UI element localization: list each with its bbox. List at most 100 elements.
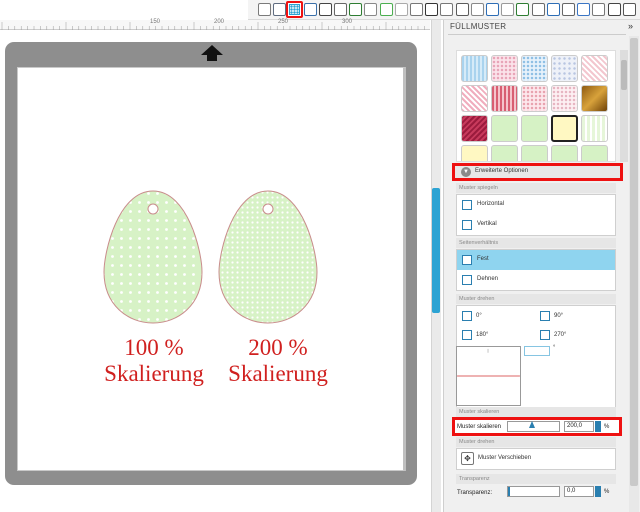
caption-line: Skalierung bbox=[228, 361, 328, 386]
pattern-swatch[interactable] bbox=[461, 115, 488, 142]
pattern-swatch[interactable] bbox=[521, 145, 548, 161]
chevron-down-icon: ▼ bbox=[461, 167, 471, 177]
caption-line: 200 % bbox=[248, 335, 308, 360]
rotation-angle-input[interactable] bbox=[524, 346, 550, 356]
section-title-move: Muster drehen bbox=[456, 437, 616, 447]
pattern-swatch[interactable] bbox=[551, 55, 578, 82]
transparency-value-input[interactable]: 0,0 bbox=[564, 486, 594, 497]
transparency-stepper[interactable] bbox=[595, 486, 601, 497]
section-title-transparency: Transparenz bbox=[456, 474, 616, 484]
caption-100-percent: 100 % Skalierung bbox=[84, 335, 224, 387]
design-icon[interactable] bbox=[592, 3, 606, 16]
fill-icon[interactable] bbox=[516, 3, 530, 16]
transparency-slider[interactable] bbox=[507, 486, 560, 497]
pattern-swatch[interactable] bbox=[521, 55, 548, 82]
advanced-options-label: Erweiterte Optionen bbox=[475, 168, 529, 174]
rotate-90-option[interactable]: 90° bbox=[540, 308, 600, 324]
send-icon[interactable] bbox=[546, 3, 560, 16]
scroll-thumb[interactable] bbox=[432, 188, 440, 313]
rotate-0-option[interactable]: 0° bbox=[462, 308, 522, 324]
pattern-swatch[interactable] bbox=[581, 85, 608, 112]
pattern-swatch[interactable] bbox=[551, 85, 578, 112]
aspect-options: Fest Dehnen bbox=[456, 249, 616, 291]
caption-line: 100 % bbox=[124, 335, 184, 360]
pattern-swatch[interactable] bbox=[491, 115, 518, 142]
mirror-vertical-option[interactable]: Vertikal bbox=[457, 215, 615, 235]
pattern-swatch[interactable] bbox=[521, 85, 548, 112]
scale-value-input[interactable]: 200,0 bbox=[564, 421, 594, 432]
advanced-options-toggle[interactable]: ▼ Erweiterte Optionen bbox=[452, 163, 623, 181]
scale-label: Muster skalieren bbox=[457, 424, 502, 430]
angle-unit: ° bbox=[553, 345, 556, 351]
option-label: 270° bbox=[554, 332, 567, 338]
library-icon[interactable] bbox=[562, 3, 575, 16]
pattern-swatch[interactable] bbox=[581, 55, 608, 82]
pattern-swatch[interactable] bbox=[491, 55, 518, 82]
scroll-thumb[interactable] bbox=[621, 60, 627, 90]
option-label: 90° bbox=[554, 313, 564, 319]
silhouette-studio-window: 150 200 250 300 100 % Skalierung 200 % S… bbox=[0, 0, 640, 512]
flip-horizontal-icon bbox=[462, 200, 472, 210]
flip-vertical-icon bbox=[462, 220, 472, 230]
rotate-270-option[interactable]: 270° bbox=[540, 327, 600, 343]
rotate-180-option[interactable]: 180° bbox=[462, 327, 522, 343]
panel-title: FÜLLMUSTER bbox=[450, 22, 507, 31]
pattern-swatch[interactable] bbox=[521, 115, 548, 142]
section-title-rotate: Muster drehen bbox=[456, 294, 616, 304]
slider-thumb[interactable] bbox=[529, 421, 535, 428]
rotate-icon bbox=[462, 330, 472, 340]
option-label: 180° bbox=[476, 332, 489, 338]
transparency-label: Transparenz: bbox=[457, 490, 493, 496]
lock-ratio-icon bbox=[462, 255, 472, 265]
pattern-swatch-grid bbox=[456, 50, 616, 162]
option-label: Dehnen bbox=[477, 276, 499, 282]
settings-icon[interactable] bbox=[607, 3, 621, 16]
transform-icon[interactable] bbox=[470, 3, 484, 16]
color-icon[interactable] bbox=[501, 3, 515, 16]
pattern-swatch-selected[interactable] bbox=[551, 115, 578, 142]
move-pattern-label: Muster Verschieben bbox=[478, 455, 532, 461]
pattern-swatch[interactable] bbox=[581, 115, 608, 142]
option-label: Fest bbox=[477, 256, 489, 262]
pattern-swatch[interactable] bbox=[461, 85, 488, 112]
stretch-icon bbox=[462, 275, 472, 285]
rotation-preview[interactable] bbox=[456, 346, 521, 406]
pattern-swatch[interactable] bbox=[491, 85, 518, 112]
arrow-icon[interactable] bbox=[622, 3, 636, 16]
weld-icon[interactable] bbox=[440, 3, 454, 16]
transparency-unit: % bbox=[604, 489, 610, 495]
egg-shapes bbox=[103, 190, 318, 324]
scale-unit: % bbox=[604, 424, 610, 430]
option-label: 0° bbox=[476, 313, 482, 319]
section-title-scale: Muster skalieren bbox=[456, 407, 616, 417]
panel-collapse-icon[interactable]: » bbox=[628, 21, 633, 31]
section-title-mirror: Muster spiegeln bbox=[456, 183, 616, 193]
aspect-stretch-option[interactable]: Dehnen bbox=[457, 270, 615, 290]
caption-line: Skalierung bbox=[104, 361, 204, 386]
rotate-icon bbox=[540, 311, 550, 321]
pattern-swatch[interactable] bbox=[581, 145, 608, 161]
mirror-options: Horizontal Vertikal bbox=[456, 194, 616, 236]
pattern-swatch[interactable] bbox=[461, 55, 488, 82]
move-arrows-icon: ✥ bbox=[461, 452, 474, 465]
rotate-icon bbox=[462, 311, 472, 321]
nest-icon[interactable] bbox=[486, 3, 499, 16]
cut-settings-icon[interactable] bbox=[531, 3, 545, 16]
divider bbox=[448, 34, 626, 35]
pattern-swatch[interactable] bbox=[461, 145, 488, 161]
aspect-fixed-option[interactable]: Fest bbox=[457, 250, 615, 270]
option-label: Horizontal bbox=[477, 201, 505, 207]
caption-200-percent: 200 % Skalierung bbox=[208, 335, 348, 387]
scroll-thumb[interactable] bbox=[630, 38, 638, 486]
store-icon[interactable] bbox=[577, 3, 591, 16]
egg-200-percent[interactable] bbox=[218, 190, 318, 324]
option-label: Vertikal bbox=[477, 221, 497, 227]
mirror-horizontal-option[interactable]: Horizontal bbox=[457, 195, 615, 215]
slider-thumb[interactable] bbox=[508, 487, 510, 496]
replicate-icon[interactable] bbox=[455, 3, 469, 16]
rotate-icon bbox=[540, 330, 550, 340]
egg-100-percent[interactable] bbox=[103, 190, 203, 324]
pattern-swatch[interactable] bbox=[491, 145, 518, 161]
pattern-swatch[interactable] bbox=[551, 145, 578, 161]
scale-stepper[interactable] bbox=[595, 421, 601, 432]
